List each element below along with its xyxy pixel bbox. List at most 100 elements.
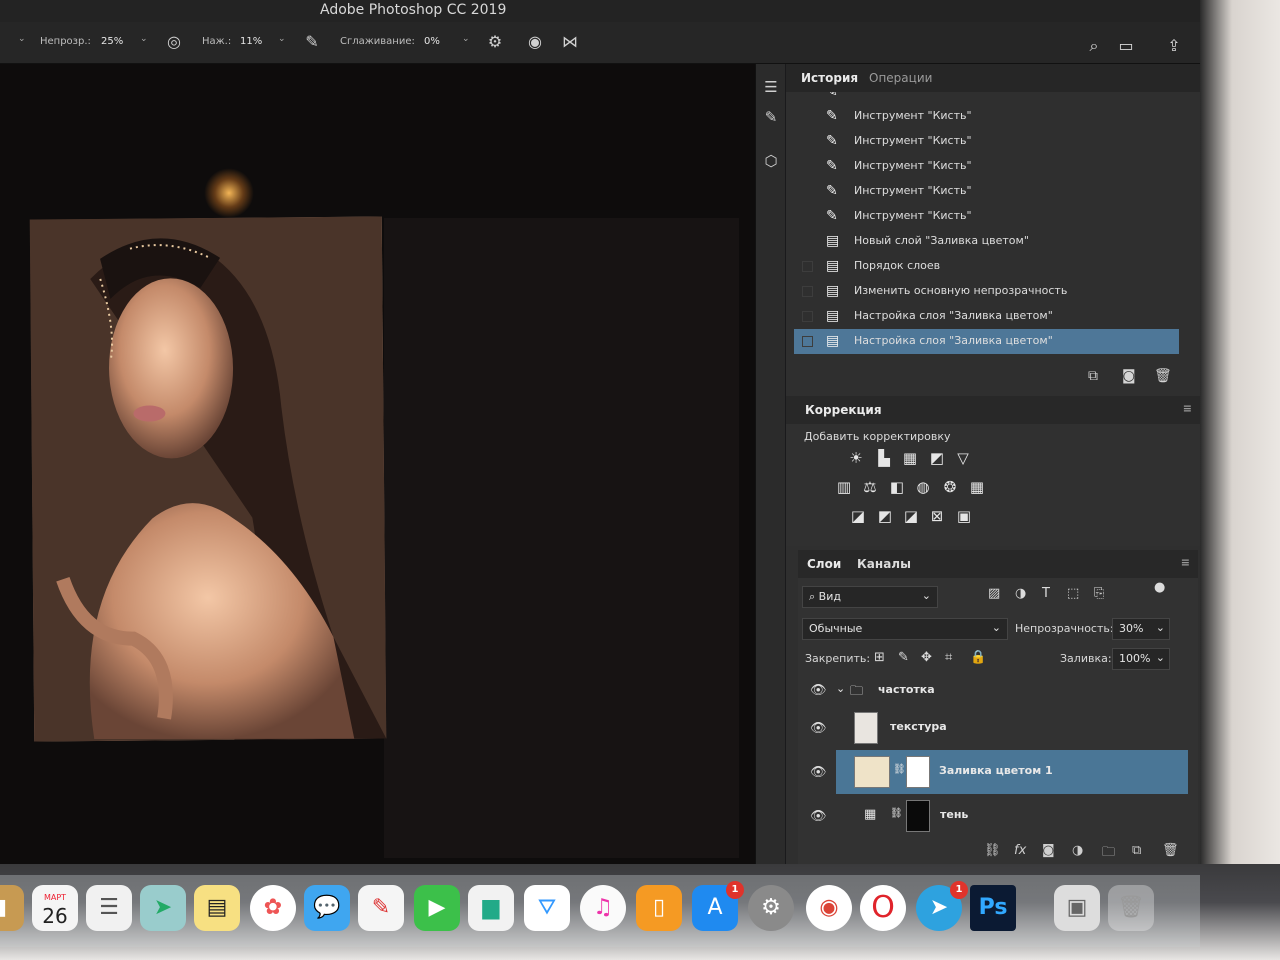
tab-channels[interactable]: Каналы: [857, 557, 911, 571]
posterize-icon[interactable]: ◩: [875, 506, 895, 526]
dock-app-reminders[interactable]: ☰: [86, 885, 132, 931]
history-item[interactable]: ▤ Изменить основную непрозрачность: [794, 279, 1179, 304]
gradient-map-icon[interactable]: ▣: [954, 506, 974, 526]
camera-icon[interactable]: ◙: [1122, 368, 1136, 384]
canvas-workspace[interactable]: [0, 64, 755, 864]
dock-app-notes[interactable]: ▤: [194, 885, 240, 931]
3d-cube-icon[interactable]: ⬡: [760, 152, 782, 174]
chevron-down-icon[interactable]: ⌄: [140, 34, 148, 44]
dock-trash-icon[interactable]: 🗑: [1108, 885, 1154, 931]
dock-app-calendar[interactable]: МАРТ 26: [32, 885, 78, 931]
pressure-value[interactable]: 11%: [240, 36, 262, 47]
dock-app-maps[interactable]: ➤: [140, 885, 186, 931]
snapshot-checkbox[interactable]: [802, 261, 813, 272]
dock-app-itunes[interactable]: ♫: [580, 885, 626, 931]
invert-icon[interactable]: ◪: [848, 506, 868, 526]
panel-menu-icon[interactable]: ≡: [1183, 402, 1192, 415]
new-group-icon[interactable]: 🗀: [1102, 843, 1115, 865]
layer-row[interactable]: 👁 ▦ ⛓ тень: [798, 794, 1188, 840]
new-adjustment-icon[interactable]: ◑: [1072, 843, 1083, 858]
lock-all-icon[interactable]: 🔒: [970, 650, 986, 665]
history-item[interactable]: ✎: [794, 92, 1179, 104]
lock-artboard-icon[interactable]: ⌗: [945, 650, 952, 665]
snapshot-checkbox[interactable]: [802, 286, 813, 297]
dock-app-contacts[interactable]: ▮: [0, 885, 24, 931]
dock-app-preview[interactable]: ▣: [1054, 885, 1100, 931]
tab-adjustments[interactable]: Коррекция: [805, 403, 882, 417]
lock-position-icon[interactable]: ✥: [921, 650, 932, 665]
eye-icon[interactable]: 👁: [810, 809, 827, 824]
snapshot-checkbox[interactable]: [802, 311, 813, 322]
link-icon[interactable]: ⛓: [893, 764, 906, 775]
search-icon[interactable]: ⌕: [1083, 36, 1105, 58]
link-layers-icon[interactable]: ⛓: [984, 843, 1001, 858]
dock-app-pages[interactable]: ✎: [358, 885, 404, 931]
symmetry-icon[interactable]: ⋈: [560, 32, 580, 52]
history-item[interactable]: ▤ Новый слой "Заливка цветом": [794, 229, 1179, 254]
photo-filter-icon[interactable]: ◍: [913, 477, 933, 497]
dock-app-opera[interactable]: O: [860, 885, 906, 931]
smart-object-filter-icon[interactable]: ⎘: [1094, 586, 1104, 601]
dock-app-app-store[interactable]: A 1: [692, 881, 744, 931]
workspace-icon[interactable]: ▭: [1115, 36, 1137, 58]
dock-app-keynote[interactable]: ⛛: [524, 885, 570, 931]
history-item-selected[interactable]: ▤ Настройка слоя "Заливка цветом": [794, 329, 1179, 354]
document-canvas[interactable]: [384, 218, 739, 858]
dock-app-photoshop[interactable]: Ps: [970, 885, 1016, 931]
dock-app-facetime[interactable]: ▶: [414, 885, 460, 931]
dock-app-system-preferences[interactable]: ⚙: [748, 885, 794, 931]
tab-history[interactable]: История: [801, 71, 858, 85]
layer-row-group[interactable]: 👁 ⌄ 🗀 частотка: [798, 674, 1188, 706]
snapshot-checkbox[interactable]: [802, 336, 813, 347]
dock-app-numbers[interactable]: ▆: [468, 885, 514, 931]
brightness-icon[interactable]: ☀: [846, 448, 866, 468]
dock-app-photos[interactable]: ✿: [250, 885, 296, 931]
dock-app-telegram[interactable]: ➤ 1: [916, 881, 968, 931]
link-icon[interactable]: ⛓: [890, 808, 903, 819]
black-white-icon[interactable]: ◧: [887, 477, 907, 497]
adjustment-filter-icon[interactable]: ◑: [1015, 586, 1026, 601]
pixel-filter-icon[interactable]: ▨: [988, 586, 1000, 601]
exposure-icon[interactable]: ◩: [927, 448, 947, 468]
dock-app-books[interactable]: ▯: [636, 885, 682, 931]
gear-icon[interactable]: ⚙: [485, 32, 505, 52]
shape-filter-icon[interactable]: ⬚: [1067, 586, 1079, 601]
trash-icon[interactable]: 🗑: [1154, 368, 1172, 384]
dock-app-messages[interactable]: 💬: [304, 885, 350, 931]
tab-layers[interactable]: Слои: [807, 557, 841, 571]
new-document-icon[interactable]: ⧉: [1088, 368, 1098, 384]
new-layer-icon[interactable]: ⧉: [1132, 843, 1141, 858]
eye-icon[interactable]: 👁: [810, 765, 827, 780]
filter-toggle-icon[interactable]: ●: [1154, 580, 1165, 595]
chevron-down-icon[interactable]: ⌄: [462, 34, 470, 44]
color-lookup-icon[interactable]: ▦: [967, 477, 987, 497]
history-item[interactable]: ✎ Инструмент "Кисть": [794, 129, 1179, 154]
trash-icon[interactable]: 🗑: [1162, 843, 1179, 858]
opacity-field[interactable]: 30% ⌄: [1112, 618, 1170, 640]
smoothing-value[interactable]: 0%: [424, 36, 440, 47]
fill-field[interactable]: 100% ⌄: [1112, 648, 1170, 670]
history-item[interactable]: ✎ Инструмент "Кисть": [794, 204, 1179, 229]
opacity-value[interactable]: 25%: [101, 36, 123, 47]
curves-icon[interactable]: ▦: [900, 448, 920, 468]
history-item[interactable]: ✎ Инструмент "Кисть": [794, 154, 1179, 179]
chevron-down-icon[interactable]: ⌄: [18, 34, 26, 44]
vibrance-icon[interactable]: ▽: [953, 448, 973, 468]
color-balance-icon[interactable]: ⚖: [860, 477, 880, 497]
airbrush-icon[interactable]: ✎: [302, 32, 322, 52]
brush-settings-icon[interactable]: ✎: [760, 108, 782, 130]
layer-row[interactable]: 👁 текстура: [798, 706, 1188, 750]
dock-app-chrome[interactable]: ◉: [806, 885, 852, 931]
tab-actions[interactable]: Операции: [869, 71, 932, 85]
layer-filter-select[interactable]: ⌕ Вид ⌄: [802, 586, 938, 608]
history-item[interactable]: ▤ Порядок слоев: [794, 254, 1179, 279]
chevron-down-icon[interactable]: ⌄: [278, 34, 286, 44]
lock-paint-icon[interactable]: ✎: [898, 650, 909, 665]
pressure-size-icon[interactable]: ◉: [525, 32, 545, 52]
blend-mode-select[interactable]: Обычные ⌄: [802, 618, 1008, 640]
levels-icon[interactable]: ▙: [874, 448, 894, 468]
fx-icon[interactable]: fx: [1014, 843, 1026, 858]
chevron-down-icon[interactable]: ⌄: [836, 682, 845, 695]
pressure-opacity-icon[interactable]: ◎: [164, 32, 184, 52]
selective-color-icon[interactable]: ⊠: [927, 506, 947, 526]
